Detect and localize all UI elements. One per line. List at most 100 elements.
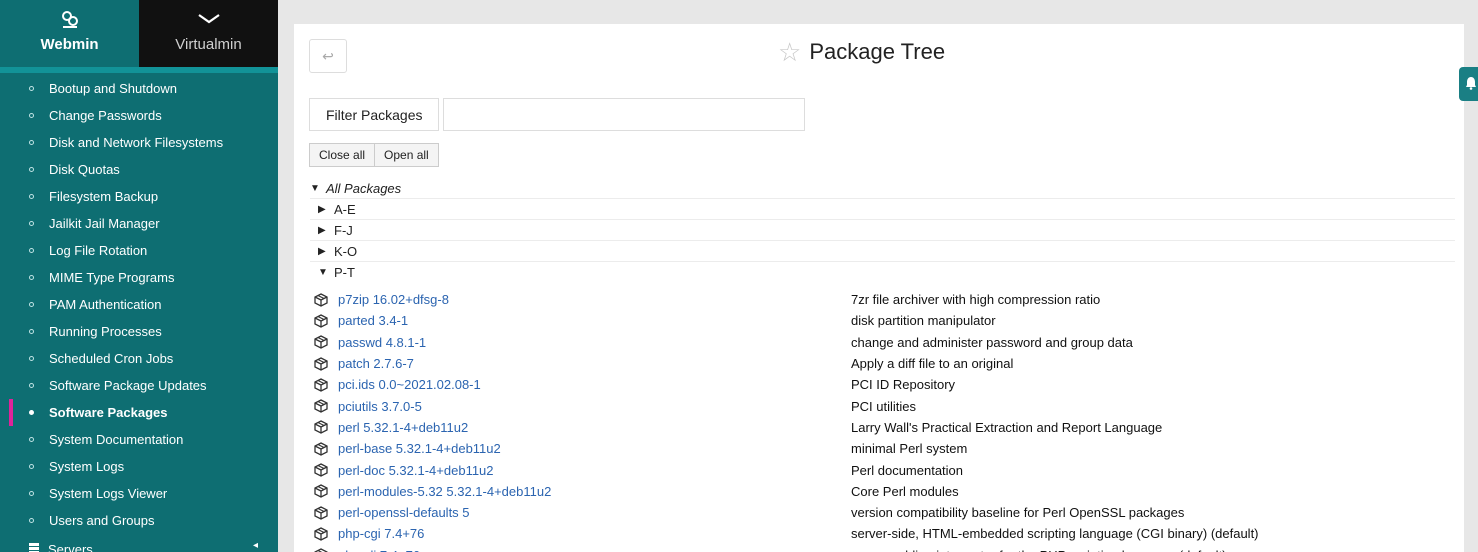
bullet-icon [29,248,34,253]
package-link[interactable]: patch 2.7.6-7 [338,356,414,371]
package-row: perl-base 5.32.1-4+deb11u2 minimal Perl s… [314,438,1454,459]
webmin-label: Webmin [40,36,99,53]
tree-node-k-o[interactable]: ▶ K-O [310,241,1455,262]
package-row: perl 5.32.1-4+deb11u2 Larry Wall's Practi… [314,417,1454,438]
sidebar-item-software-package-updates[interactable]: Software Package Updates [0,372,278,399]
sidebar-item-disk-and-network-filesystems[interactable]: Disk and Network Filesystems [0,129,278,156]
package-description: Larry Wall's Practical Extraction and Re… [851,419,1163,435]
tree-node-all-packages[interactable]: ▼ All Packages [310,178,1455,199]
package-list: p7zip 16.02+dfsg-8 7zr file archiver with… [314,289,1454,552]
title-wrap: ☆ Package Tree [778,39,945,65]
package-link[interactable]: p7zip 16.02+dfsg-8 [338,292,449,307]
bullet-icon [29,437,34,442]
package-description: change and administer password and group… [851,334,1133,350]
sidebar-item-software-packages[interactable]: Software Packages [0,399,278,426]
tree-controls: Close all Open all [309,143,439,167]
sidebar-item-change-passwords[interactable]: Change Passwords [0,102,278,129]
package-link[interactable]: passwd 4.8.1-1 [338,335,426,350]
back-button[interactable]: ↩ [309,39,347,73]
tree-node-f-j[interactable]: ▶ F-J [310,220,1455,241]
package-row: perl-doc 5.32.1-4+deb11u2 Perl documentat… [314,459,1454,480]
bullet-icon [29,329,34,334]
sidebar-item-label: Software Package Updates [49,378,207,393]
sidebar-item-filesystem-backup[interactable]: Filesystem Backup [0,183,278,210]
bullet-icon [29,356,34,361]
notifications-button[interactable] [1459,67,1478,101]
package-tree: ▼ All Packages ▶ A-E ▶ F-J ▶ K-O ▼ P-T [310,178,1455,283]
sidebar-item-users-and-groups[interactable]: Users and Groups [0,507,278,534]
servers-label: Servers [48,541,93,552]
package-row: php-cgi 7.4+76 server-side, HTML-embedded… [314,523,1454,544]
virtualmin-label: Virtualmin [175,36,242,53]
sidebar-item-label: Software Packages [49,405,168,420]
package-description: Apply a diff file to an original [851,356,1014,372]
sidebar-item-label: Filesystem Backup [49,189,159,204]
package-link[interactable]: pci.ids 0.0~2021.02.08-1 [338,377,481,392]
sidebar-item-jailkit-jail-manager[interactable]: Jailkit Jail Manager [0,210,278,237]
package-description: PCI utilities [851,398,917,414]
package-link[interactable]: php-cgi 7.4+76 [338,526,424,541]
package-description: Core Perl modules [851,483,959,499]
package-description: 7zr file archiver with high compression … [851,292,1101,308]
sidebar: Webmin Virtualmin Bootup and Shutdown Cha… [0,0,278,552]
package-description: PCI ID Repository [851,377,956,393]
package-box-icon [314,292,330,307]
package-row: patch 2.7.6-7 Apply a diff file to an ori… [314,353,1454,374]
sidebar-item-disk-quotas[interactable]: Disk Quotas [0,156,278,183]
package-link[interactable]: perl-base 5.32.1-4+deb11u2 [338,441,501,456]
return-arrow-icon: ↩ [322,47,334,64]
tree-node-p-t[interactable]: ▼ P-T [310,262,1455,283]
package-description: minimal Perl system [851,441,968,457]
bullet-icon [29,221,34,226]
sidebar-item-running-processes[interactable]: Running Processes [0,318,278,345]
package-row: pciutils 3.7.0-5 PCI utilities [314,395,1454,416]
tree-node-label: P-T [334,265,355,280]
bullet-icon [29,113,34,118]
filter-packages-input[interactable] [443,98,806,131]
filter-row: Filter Packages [309,98,806,131]
package-link[interactable]: pciutils 3.7.0-5 [338,399,422,414]
package-box-icon [314,378,330,392]
open-all-button[interactable]: Open all [375,143,439,167]
tree-node-a-e[interactable]: ▶ A-E [310,199,1455,220]
sidebar-item-system-logs-viewer[interactable]: System Logs Viewer [0,480,278,507]
triangle-right-icon: ▶ [318,224,326,236]
package-link[interactable]: parted 3.4-1 [338,313,408,328]
sidebar-item-label: Log File Rotation [49,243,148,258]
sidebar-item-bootup-and-shutdown[interactable]: Bootup and Shutdown [0,75,278,102]
package-link[interactable]: perl-openssl-defaults 5 [338,505,470,520]
main-panel: ↩ ☆ Package Tree Filter Packages Close a… [294,24,1464,552]
triangle-down-icon: ▼ [310,182,320,194]
package-description: Perl documentation [851,462,964,478]
webmin-tab[interactable]: Webmin [0,0,139,67]
tree-node-label: K-O [334,243,358,259]
bullet-icon [29,275,34,280]
package-box-icon [314,463,330,477]
package-link[interactable]: perl-modules-5.32 5.32.1-4+deb11u2 [338,484,551,499]
package-description: version compatibility baseline for Perl … [851,505,1185,521]
close-all-button[interactable]: Close all [309,143,376,167]
sidebar-item-log-file-rotation[interactable]: Log File Rotation [0,237,278,264]
filter-packages-label: Filter Packages [309,98,440,131]
package-link[interactable]: php-cli 7.4+76 [338,548,420,552]
package-row: php-cli 7.4+76 command-line interpreter f… [314,545,1454,552]
sidebar-item-label: Jailkit Jail Manager [49,216,160,231]
sidebar-item-pam-authentication[interactable]: PAM Authentication [0,291,278,318]
sidebar-item-label: MIME Type Programs [49,270,175,285]
package-link[interactable]: perl 5.32.1-4+deb11u2 [338,420,468,435]
package-link[interactable]: perl-doc 5.32.1-4+deb11u2 [338,463,494,478]
virtualmin-tab[interactable]: Virtualmin [139,0,278,67]
sidebar-item-mime-type-programs[interactable]: MIME Type Programs [0,264,278,291]
favorite-star-icon[interactable]: ☆ [778,39,801,65]
package-box-icon [314,420,330,435]
sidebar-category-servers[interactable]: Servers ◂ [0,537,278,552]
sidebar-item-label: Change Passwords [49,108,162,123]
sidebar-item-scheduled-cron-jobs[interactable]: Scheduled Cron Jobs [0,345,278,372]
sidebar-item-label: Disk Quotas [49,162,120,177]
sidebar-item-label: System Documentation [49,432,184,447]
package-row: perl-modules-5.32 5.32.1-4+deb11u2 Core P… [314,481,1454,502]
sidebar-item-label: Bootup and Shutdown [49,81,177,96]
package-description: command-line interpreter for the PHP scr… [851,548,1227,552]
sidebar-item-system-logs[interactable]: System Logs [0,453,278,480]
sidebar-item-system-documentation[interactable]: System Documentation [0,426,278,453]
